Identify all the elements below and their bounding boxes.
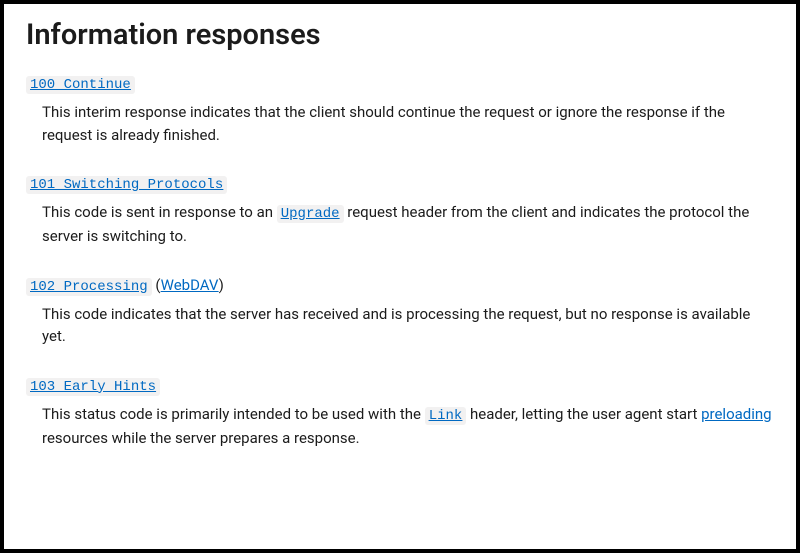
status-description: This status code is primarily intended t… — [42, 403, 774, 450]
inline-code: Upgrade — [277, 205, 344, 223]
status-description: This interim response indicates that the… — [42, 101, 774, 146]
inline-code-link[interactable]: Link — [425, 405, 467, 423]
status-term: 103 Early Hints — [26, 376, 774, 395]
status-term: 101 Switching Protocols — [26, 174, 774, 193]
status-code-link[interactable]: 103 Early Hints — [26, 376, 160, 394]
status-code: 102 Processing — [26, 278, 152, 296]
definition-list: 100 Continue This interim response indica… — [26, 74, 774, 449]
inline-code: Link — [425, 407, 467, 425]
description-text: This code is sent in response to an — [42, 203, 277, 221]
description-text: This status code is primarily intended t… — [42, 405, 425, 423]
status-description: This code indicates that the server has … — [42, 303, 774, 348]
status-code-link[interactable]: 102 Processing — [26, 276, 152, 294]
status-code: 103 Early Hints — [26, 378, 160, 396]
status-term: 100 Continue — [26, 74, 774, 93]
paren-close: ) — [219, 276, 224, 294]
status-code-link[interactable]: 101 Switching Protocols — [26, 174, 227, 192]
description-text: resources while the server prepares a re… — [42, 429, 360, 447]
status-code-link[interactable]: 100 Continue — [26, 74, 135, 92]
inline-text-link[interactable]: preloading — [701, 405, 772, 423]
status-description: This code is sent in response to an Upgr… — [42, 201, 774, 248]
status-term: 102 Processing (WebDAV) — [26, 276, 774, 295]
status-code: 100 Continue — [26, 76, 135, 94]
section-heading: Information responses — [26, 18, 774, 52]
inline-code-link[interactable]: Upgrade — [277, 203, 344, 221]
suffix-link[interactable]: WebDAV — [161, 276, 219, 294]
paren-open: ( — [152, 276, 161, 294]
status-code: 101 Switching Protocols — [26, 176, 227, 194]
description-text: This interim response indicates that the… — [42, 103, 725, 144]
description-text: This code indicates that the server has … — [42, 305, 750, 346]
description-text: header, letting the user agent start — [466, 405, 701, 423]
